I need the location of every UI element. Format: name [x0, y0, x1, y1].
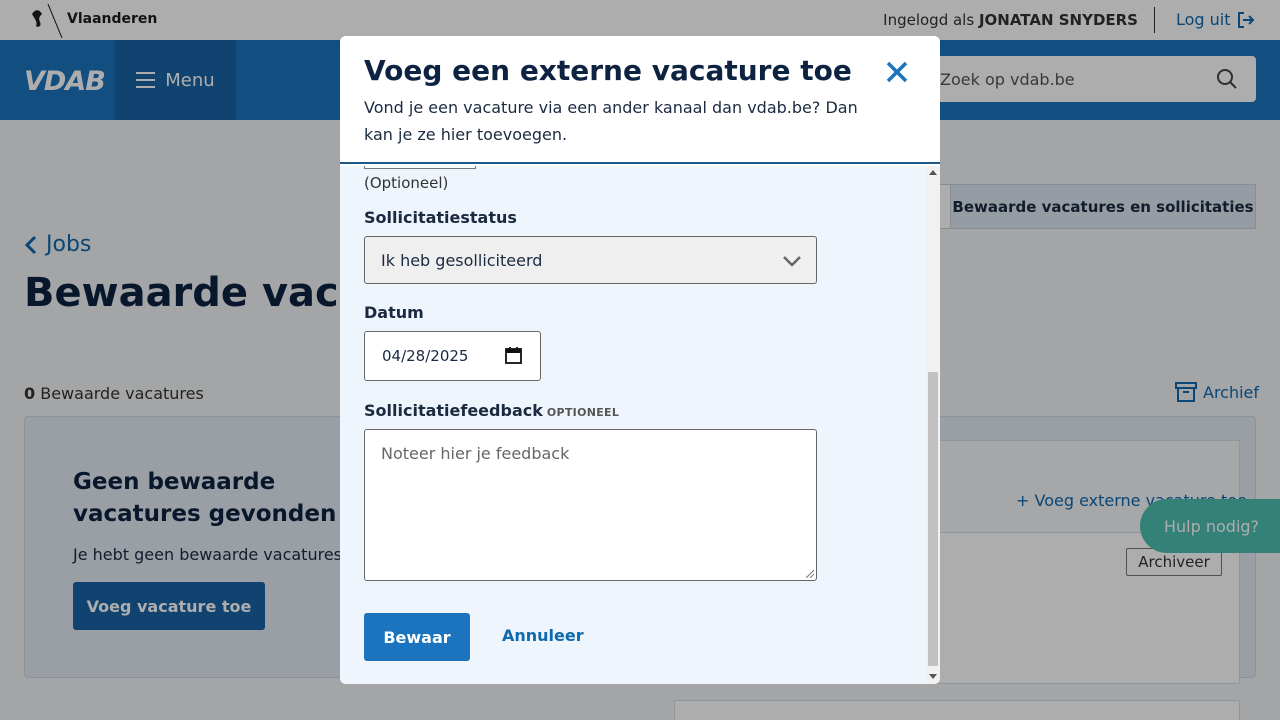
date-value: 04/28/2025	[382, 347, 469, 365]
modal-subtitle: Vond je een vacature via een ander kanaa…	[364, 98, 858, 144]
modal-title: Voeg een externe vacature toe	[364, 54, 852, 87]
date-field[interactable]: 04/28/2025	[364, 331, 541, 381]
modal-scrollbar[interactable]	[926, 166, 940, 684]
status-select[interactable]: Ik heb gesolliciteerd	[364, 236, 817, 284]
modal-body: (Optioneel) Sollicitatiestatus Ik heb ge…	[340, 166, 940, 684]
resize-grip-icon[interactable]	[806, 570, 814, 578]
calendar-icon[interactable]	[505, 347, 522, 364]
optional-note: (Optioneel)	[364, 174, 449, 192]
feedback-label: Sollicitatiefeedback OPTIONEEL	[364, 401, 620, 420]
scroll-up-icon[interactable]	[929, 170, 937, 175]
feedback-textarea[interactable]: Noteer hier je feedback	[364, 429, 817, 581]
save-button[interactable]: Bewaar	[364, 613, 470, 661]
scrollbar-thumb[interactable]	[928, 372, 938, 666]
add-external-vacancy-modal: Voeg een externe vacature toe Vond je ee…	[340, 36, 940, 684]
close-icon[interactable]	[883, 58, 911, 86]
feedback-placeholder: Noteer hier je feedback	[381, 444, 570, 463]
status-label: Sollicitatiestatus	[364, 208, 517, 227]
scroll-down-icon[interactable]	[929, 674, 937, 679]
previous-field[interactable]	[364, 166, 476, 169]
chevron-down-icon	[783, 256, 801, 267]
cancel-link[interactable]: Annuleer	[502, 626, 584, 645]
status-value: Ik heb gesolliciteerd	[381, 251, 543, 270]
date-label: Datum	[364, 303, 424, 322]
feedback-optional-badge: OPTIONEEL	[546, 406, 620, 419]
modal-header: Voeg een externe vacature toe Vond je ee…	[340, 36, 940, 164]
